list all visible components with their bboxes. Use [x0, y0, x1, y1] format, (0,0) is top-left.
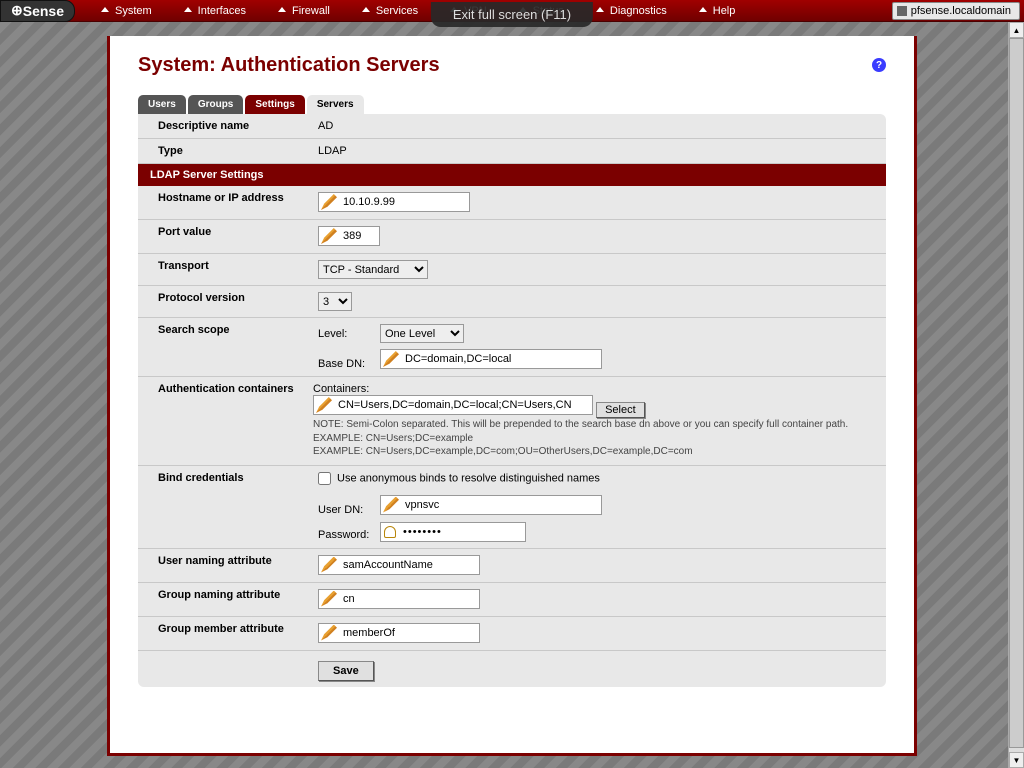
help-icon[interactable]: ? — [872, 58, 886, 72]
chevron-icon — [101, 7, 109, 12]
memberattr-input[interactable] — [339, 624, 479, 642]
level-select[interactable]: One Level — [380, 324, 464, 343]
menu-help[interactable]: Help — [683, 5, 752, 17]
chevron-icon — [362, 7, 370, 12]
password-input[interactable] — [399, 523, 525, 541]
menu-diagnostics[interactable]: Diagnostics — [580, 5, 683, 17]
type-value: LDAP — [308, 139, 886, 164]
content-panel: System: Authentication Servers ? Users G… — [107, 36, 917, 756]
protocol-label: Protocol version — [138, 286, 308, 318]
pencil-icon — [383, 351, 399, 367]
menu-system[interactable]: System — [85, 5, 168, 17]
pencil-icon — [321, 557, 337, 573]
memberattr-label: Group member attribute — [138, 616, 308, 650]
userattr-label: User naming attribute — [138, 548, 308, 582]
pencil-icon — [321, 591, 337, 607]
userdn-sublabel: User DN: — [318, 504, 380, 516]
userattr-input[interactable] — [339, 556, 479, 574]
select-button[interactable]: Select — [596, 402, 645, 418]
tab-groups[interactable]: Groups — [188, 95, 244, 114]
hostname-box[interactable]: pfsense.localdomain — [892, 2, 1020, 20]
password-sublabel: Password: — [318, 529, 380, 541]
pencil-icon — [316, 397, 332, 413]
basedn-sublabel: Base DN: — [318, 358, 380, 370]
lock-icon — [384, 526, 396, 538]
transport-select[interactable]: TCP - Standard — [318, 260, 428, 279]
scroll-thumb[interactable] — [1009, 38, 1024, 748]
tab-settings[interactable]: Settings — [245, 95, 304, 114]
tab-users[interactable]: Users — [138, 95, 186, 114]
transport-label: Transport — [138, 254, 308, 286]
containers-note2: EXAMPLE: CN=Users;DC=example — [313, 432, 848, 446]
menu-firewall[interactable]: Firewall — [262, 5, 346, 17]
userdn-input[interactable] — [401, 496, 601, 514]
tabs: Users Groups Settings Servers — [138, 95, 886, 114]
desc-name-label: Descriptive name — [138, 114, 308, 139]
scroll-up-button[interactable]: ▲ — [1009, 22, 1024, 38]
port-input[interactable] — [339, 227, 379, 245]
pencil-icon — [383, 497, 399, 513]
host-label: Hostname or IP address — [138, 186, 308, 220]
anon-label: Use anonymous binds to resolve distingui… — [337, 472, 600, 484]
scrollbar[interactable]: ▲ ▼ — [1008, 22, 1024, 768]
chevron-icon — [699, 7, 707, 12]
pencil-icon — [321, 194, 337, 210]
form-area: Descriptive name AD Type LDAP LDAP Serve… — [138, 114, 886, 687]
containers-sublabel: Containers: — [313, 383, 368, 395]
page-title-row: System: Authentication Servers ? — [138, 54, 886, 77]
chevron-icon — [596, 7, 604, 12]
scope-label: Search scope — [138, 318, 308, 377]
menu-services[interactable]: Services — [346, 5, 434, 17]
containers-input[interactable] — [334, 396, 592, 414]
anon-checkbox[interactable] — [318, 472, 331, 485]
basedn-input[interactable] — [401, 350, 601, 368]
type-label: Type — [138, 139, 308, 164]
host-input[interactable] — [339, 193, 469, 211]
save-button[interactable]: Save — [318, 661, 374, 681]
pencil-icon — [321, 625, 337, 641]
chevron-icon — [184, 7, 192, 12]
desc-name-value: AD — [308, 114, 886, 139]
fullscreen-hint: Exit full screen (F11) — [431, 2, 593, 27]
authc-label: Authentication containers — [138, 377, 308, 466]
groupattr-label: Group naming attribute — [138, 582, 308, 616]
tab-servers[interactable]: Servers — [307, 95, 364, 114]
page-title: System: Authentication Servers — [138, 54, 440, 77]
bind-label: Bind credentials — [138, 465, 308, 548]
level-sublabel: Level: — [318, 328, 380, 340]
groupattr-input[interactable] — [339, 590, 479, 608]
section-ldap-settings: LDAP Server Settings — [138, 164, 886, 187]
port-label: Port value — [138, 220, 308, 254]
pencil-icon — [321, 228, 337, 244]
plug-icon — [897, 6, 907, 16]
protocol-select[interactable]: 3 — [318, 292, 352, 311]
containers-note1: NOTE: Semi-Colon separated. This will be… — [313, 418, 848, 432]
containers-note3: EXAMPLE: CN=Users,DC=example,DC=com;OU=O… — [313, 445, 848, 459]
menu-interfaces[interactable]: Interfaces — [168, 5, 262, 17]
logo: ⊕Sense — [0, 0, 75, 22]
scroll-down-button[interactable]: ▼ — [1009, 752, 1024, 768]
chevron-icon — [278, 7, 286, 12]
